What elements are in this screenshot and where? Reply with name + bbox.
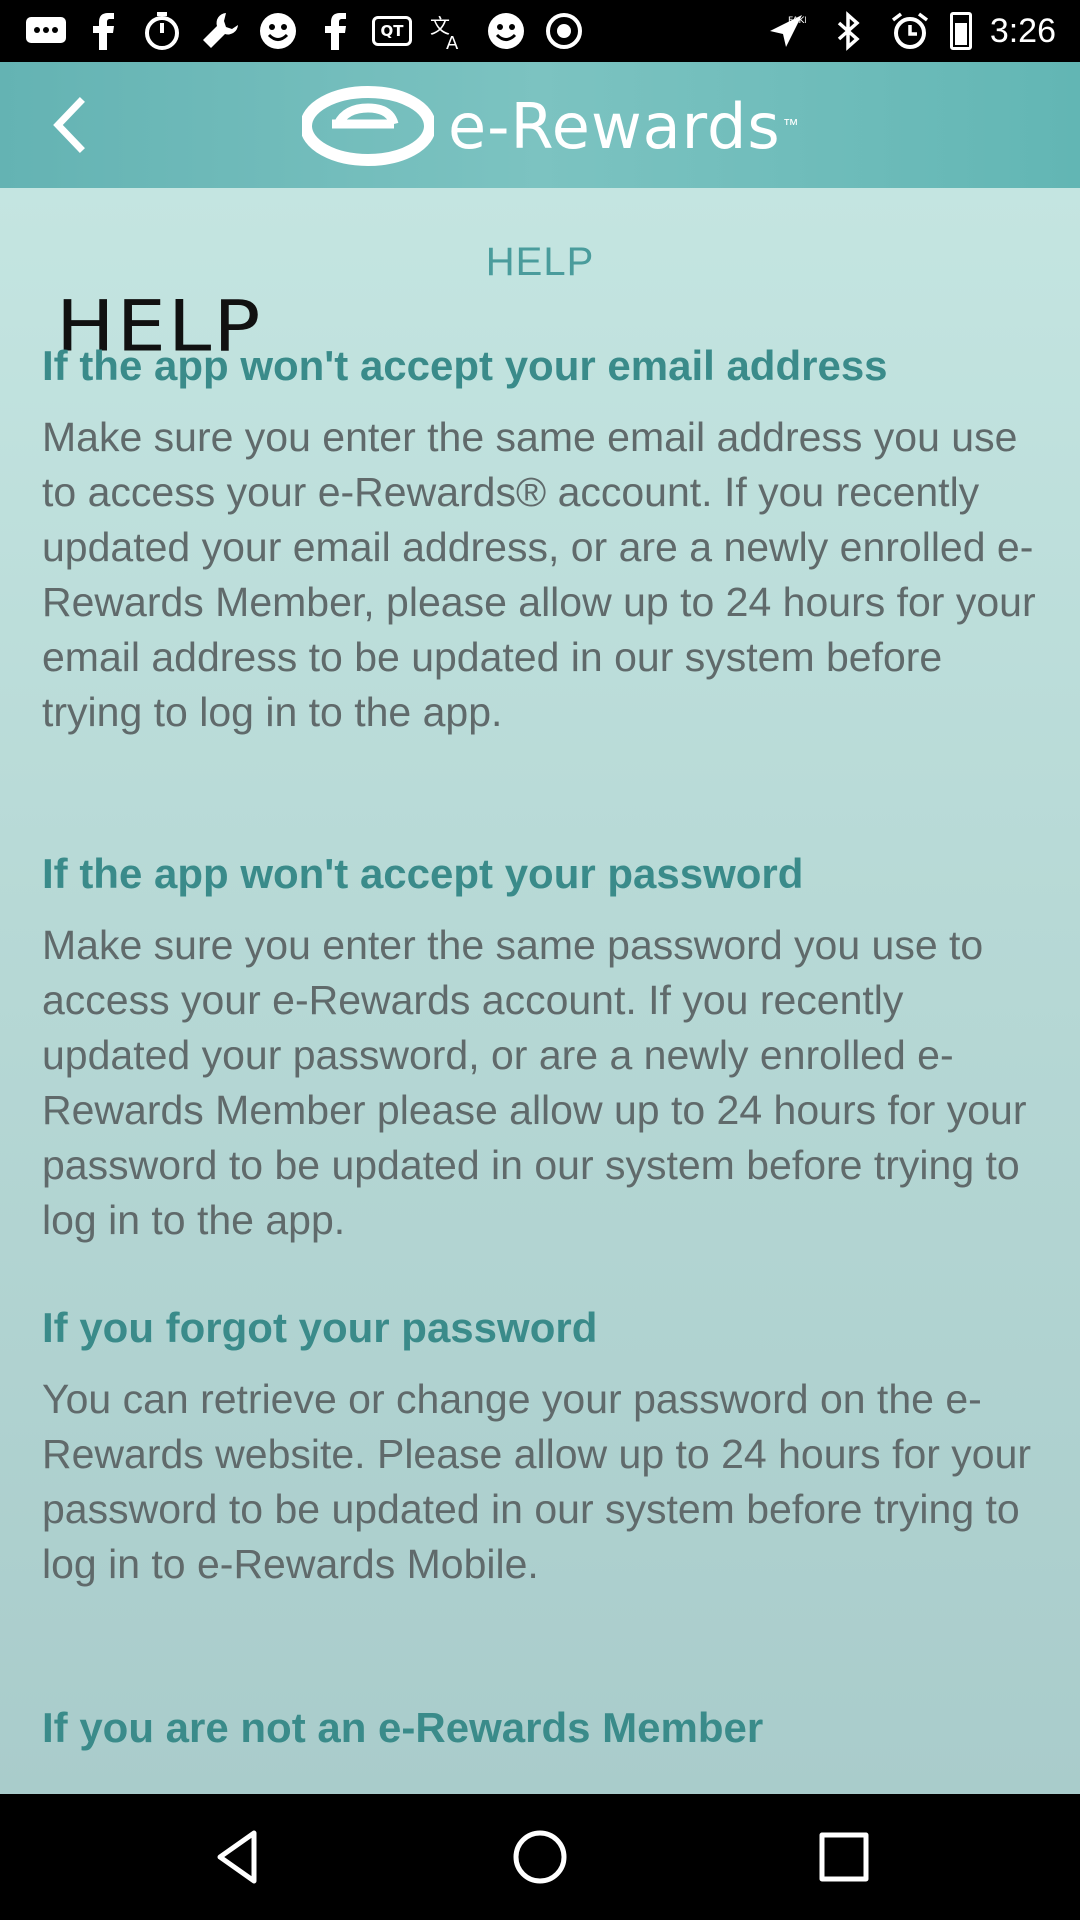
help-section-forgot-password: If you forgot your password You can retr… xyxy=(42,1300,1042,1592)
help-content[interactable]: HELP HELP If the app won't accept your e… xyxy=(0,188,1080,1794)
help-section-not-member: If you are not an e-Rewards Member xyxy=(42,1700,1042,1756)
e-rewards-logo-mark xyxy=(302,86,434,166)
alarm-icon xyxy=(888,11,932,51)
system-navigation-bar xyxy=(0,1794,1080,1920)
nav-home-button[interactable] xyxy=(510,1827,570,1887)
help-section-password: If the app won't accept your password Ma… xyxy=(42,846,1042,1248)
back-arrow-icon xyxy=(53,97,85,153)
smiley-icon xyxy=(484,11,528,51)
message-icon xyxy=(24,11,68,51)
wrench-icon xyxy=(198,11,242,51)
nav-back-button[interactable] xyxy=(208,1827,268,1887)
section-title: If you are not an e-Rewards Member xyxy=(42,1704,764,1751)
section-title: If the app won't accept your password xyxy=(42,850,804,897)
section-body: Make sure you enter the same email addre… xyxy=(42,414,1036,735)
fake-gps-icon: FAKE xyxy=(764,11,808,51)
timer-icon xyxy=(140,11,184,51)
help-section-email: If the app won't accept your email addre… xyxy=(42,338,1042,740)
translate-icon: 文A xyxy=(426,11,470,51)
smiley-icon xyxy=(256,11,300,51)
section-title: If the app won't accept your email addre… xyxy=(42,342,888,389)
home-circle-icon xyxy=(513,1830,567,1884)
svg-text:FAKE: FAKE xyxy=(788,16,806,26)
e-rewards-logo: e-Rewards ™ xyxy=(302,80,799,172)
section-body: Make sure you enter the same password yo… xyxy=(42,922,1027,1243)
circle-icon xyxy=(542,11,586,51)
back-triangle-icon xyxy=(217,1830,257,1884)
system-icons: FAKE 3:26 xyxy=(764,8,1056,54)
status-bar: QT 文A FAKE 3:26 xyxy=(0,0,1080,62)
page-title: HELP xyxy=(485,240,595,284)
svg-text:A: A xyxy=(446,33,459,51)
qt-icon: QT xyxy=(372,16,412,46)
facebook-icon xyxy=(314,11,358,51)
section-body: You can retrieve or change your password… xyxy=(42,1376,1032,1587)
notification-icons: QT 文A xyxy=(24,8,586,54)
clock: 3:26 xyxy=(989,11,1056,50)
nav-recents-button[interactable] xyxy=(814,1827,874,1887)
back-button[interactable] xyxy=(28,82,114,168)
app-bar: e-Rewards ™ xyxy=(0,62,1080,188)
battery-icon xyxy=(949,12,972,50)
bluetooth-icon xyxy=(826,11,870,51)
section-title: If you forgot your password xyxy=(42,1304,598,1351)
facebook-icon xyxy=(82,11,126,51)
recents-square-icon xyxy=(819,1832,869,1882)
logo-text: e-Rewards xyxy=(448,89,781,163)
logo-trademark: ™ xyxy=(782,117,799,134)
